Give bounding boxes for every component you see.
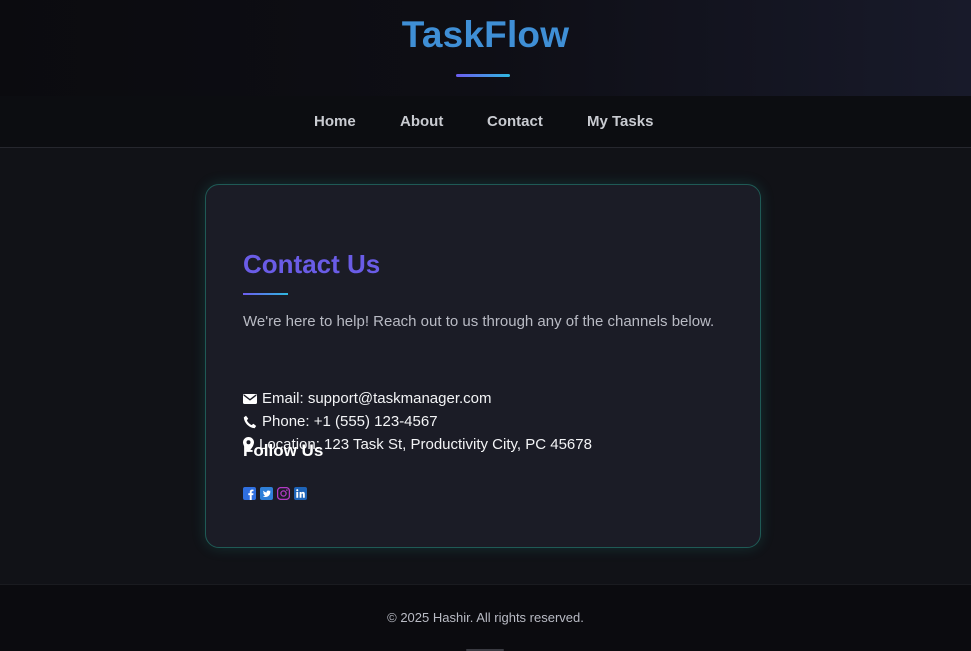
contact-title-underline — [243, 293, 288, 295]
main-nav: Home About Contact My Tasks — [0, 96, 971, 148]
brand-title[interactable]: TaskFlow — [0, 14, 971, 56]
nav-link-about[interactable]: About — [400, 113, 443, 130]
facebook-icon[interactable] — [243, 487, 256, 500]
follow-us-title: Follow Us — [243, 441, 324, 460]
phone-line: Phone: +1 (555) 123-4567 — [243, 413, 438, 430]
phone-icon — [243, 415, 257, 428]
site-header: TaskFlow — [0, 0, 971, 96]
email-line: Email: support@taskmanager.com — [243, 390, 492, 407]
brand-underline — [456, 74, 510, 77]
contact-title: Contact Us — [243, 249, 381, 279]
email-text[interactable]: Email: support@taskmanager.com — [262, 390, 492, 407]
nav-link-contact[interactable]: Contact — [487, 113, 543, 130]
contact-card: Contact Us We're here to help! Reach out… — [205, 184, 761, 548]
social-links — [243, 487, 311, 501]
contact-intro: We're here to help! Reach out to us thro… — [243, 313, 715, 330]
twitter-icon[interactable] — [260, 487, 273, 500]
copyright-text: © 2025 Hashir. All rights reserved. — [387, 610, 584, 625]
site-footer: © 2025 Hashir. All rights reserved. — [0, 584, 971, 651]
nav-link-my-tasks[interactable]: My Tasks — [587, 113, 653, 130]
main-content: Contact Us We're here to help! Reach out… — [0, 148, 971, 584]
phone-text[interactable]: Phone: +1 (555) 123-4567 — [262, 413, 438, 430]
instagram-icon[interactable] — [277, 487, 290, 500]
envelope-icon — [243, 393, 257, 404]
nav-link-home[interactable]: Home — [314, 113, 356, 130]
linkedin-icon[interactable] — [294, 487, 307, 500]
